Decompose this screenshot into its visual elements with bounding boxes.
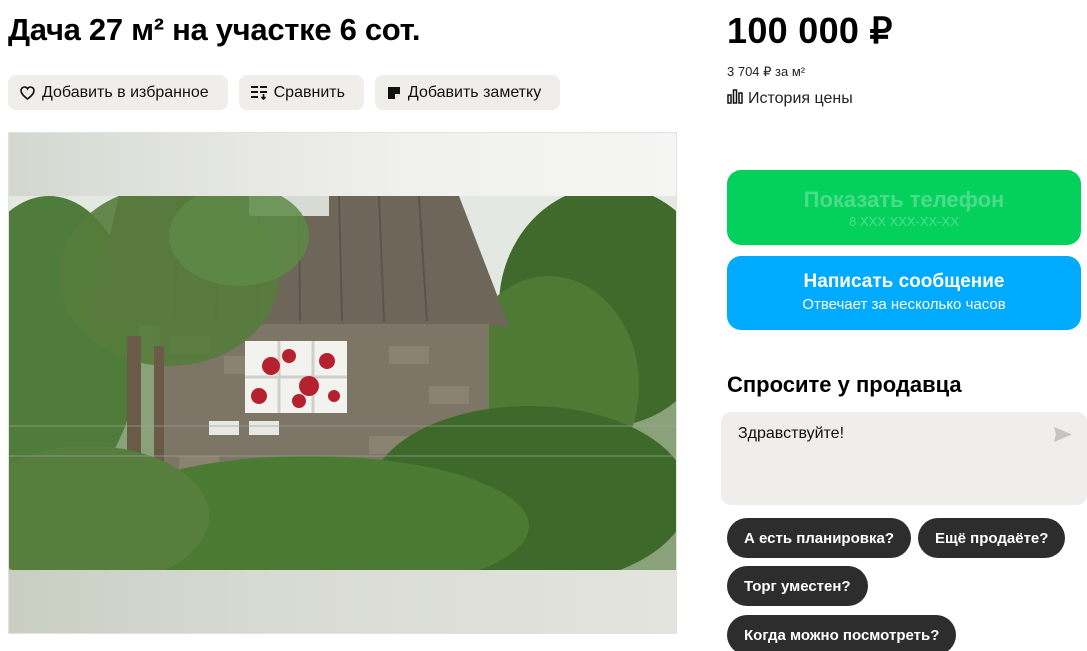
price-history-link[interactable]: История цены [727, 89, 853, 109]
message-input[interactable]: Здравствуйте! [721, 412, 1087, 505]
quick-question-viewing[interactable]: Когда можно посмотреть? [727, 615, 957, 651]
ask-seller-title: Спросите у продавца [727, 372, 962, 397]
phone-masked: 8 XXX XXX-XX-XX [849, 214, 959, 229]
gallery-blur-bottom [9, 570, 676, 633]
add-note-label: Добавить заметку [407, 83, 542, 101]
listing-photo[interactable] [9, 196, 677, 572]
compare-button[interactable]: Сравнить [238, 75, 364, 110]
bar-chart-icon [727, 89, 743, 109]
quick-question-layout[interactable]: А есть планировка? [727, 518, 911, 558]
send-icon[interactable] [1053, 426, 1073, 448]
price-per-sqm: 3 704 ₽ за м² [727, 64, 806, 79]
note-icon [387, 86, 401, 100]
write-message-label: Написать сообщение [803, 271, 1005, 292]
compare-label: Сравнить [273, 83, 345, 101]
show-phone-label: Показать телефон [803, 187, 1005, 212]
listing-price: 100 000 ₽ [727, 10, 893, 51]
price-history-label: История цены [748, 90, 853, 107]
message-input-value: Здравствуйте! [738, 425, 845, 442]
response-time: Отвечает за несколько часов [802, 296, 1006, 313]
gallery-blur-top [9, 133, 676, 196]
show-phone-button[interactable]: Показать телефон 8 XXX XXX-XX-XX [727, 170, 1081, 245]
add-note-button[interactable]: Добавить заметку [374, 75, 561, 110]
add-to-favorites-button[interactable]: Добавить в избранное [8, 75, 228, 110]
listing-title: Дача 27 м² на участке 6 сот. [8, 12, 421, 47]
listing-actions: Добавить в избранное Сравнить Добавить з… [8, 75, 561, 110]
photo-gallery[interactable] [8, 132, 677, 634]
add-to-favorites-label: Добавить в избранное [42, 83, 209, 101]
compare-icon [250, 85, 267, 100]
heart-icon [20, 85, 35, 100]
quick-question-bargain[interactable]: Торг уместен? [727, 566, 868, 606]
write-message-button[interactable]: Написать сообщение Отвечает за несколько… [727, 256, 1081, 330]
quick-question-still-selling[interactable]: Ещё продаёте? [918, 518, 1066, 558]
